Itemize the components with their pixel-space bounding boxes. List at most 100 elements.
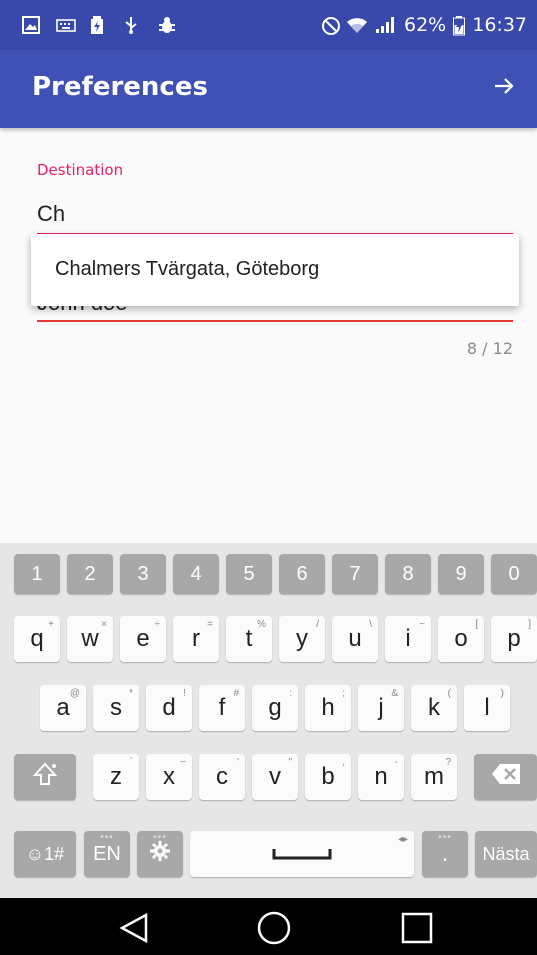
key-hint: / — [316, 619, 319, 630]
backspace-key[interactable] — [474, 754, 537, 800]
character-counter: 8 / 12 — [466, 339, 513, 358]
home-button[interactable] — [256, 910, 292, 950]
key-r[interactable]: = r — [173, 616, 219, 662]
back-triangle-icon — [119, 912, 148, 944]
key-b[interactable]: ,b — [305, 754, 351, 800]
gallery-notification-icon — [22, 16, 40, 34]
key-e[interactable]: ÷ e — [120, 616, 166, 662]
symbols-key[interactable]: ☺1# — [14, 831, 76, 877]
key-hint: ( — [447, 688, 451, 699]
key-i[interactable]: ~ i — [385, 616, 431, 662]
key-w[interactable]: × w — [67, 616, 113, 662]
key-l[interactable]: ) l — [464, 685, 510, 731]
more-dots-icon: ••• — [100, 832, 114, 843]
key-hint: ! — [183, 688, 186, 699]
key-label: u — [348, 625, 362, 652]
key-label: h — [321, 694, 335, 721]
period-key[interactable]: •••. — [422, 831, 468, 877]
key-label: g — [268, 694, 282, 721]
key-label: y — [296, 625, 308, 652]
key-y[interactable]: / y — [279, 616, 325, 662]
arrow-right-icon — [493, 74, 515, 104]
battery-charging-notification-icon — [90, 16, 108, 34]
key-u[interactable]: \ u — [332, 616, 378, 662]
key-s[interactable]: * s — [93, 685, 139, 731]
shift-key[interactable] — [14, 754, 76, 800]
battery-percent: 62% — [404, 14, 447, 36]
key-label: b — [321, 763, 335, 790]
status-bar: 62% 16:37 — [0, 0, 537, 50]
key-o[interactable]: [o — [438, 616, 484, 662]
autocomplete-item[interactable]: Chalmers Tvärgata, Göteborg — [55, 258, 319, 281]
keyboard-notification-icon — [56, 16, 76, 34]
key-1[interactable]: 1 — [14, 554, 60, 594]
key-3[interactable]: 3 — [120, 554, 166, 594]
key-hint: @ — [69, 688, 80, 699]
space-icon — [272, 840, 332, 868]
key-label: j — [378, 694, 384, 721]
key-label: r — [192, 625, 200, 652]
key-label: n — [374, 763, 388, 790]
key-7[interactable]: 7 — [332, 554, 378, 594]
navigation-bar — [0, 898, 537, 955]
key-hint: ÷ — [154, 619, 161, 630]
key-m[interactable]: ? m — [411, 754, 457, 800]
recents-button[interactable] — [400, 911, 434, 949]
language-key[interactable]: ••• EN — [84, 831, 130, 877]
key-hint: ? — [445, 757, 451, 768]
key-2[interactable]: 2 — [67, 554, 113, 594]
key-z[interactable]: ` z — [93, 754, 139, 800]
key-label: k — [428, 694, 440, 721]
page-title: Preferences — [32, 72, 208, 102]
key-label: e — [136, 625, 150, 652]
key-hint: \ — [369, 619, 372, 630]
key-6[interactable]: 6 — [279, 554, 325, 594]
key-label: i — [405, 625, 411, 652]
key-label: c — [216, 763, 228, 790]
home-circle-icon — [257, 911, 291, 945]
key-k[interactable]: (k — [411, 685, 457, 731]
destination-input[interactable] — [37, 195, 513, 235]
wifi-icon — [346, 16, 368, 34]
key-g[interactable]: :g — [252, 685, 298, 731]
gear-icon — [149, 840, 171, 869]
key-hint: ; — [342, 688, 345, 699]
key-h[interactable]: ; h — [305, 685, 351, 731]
key-hint: ~ — [419, 619, 425, 630]
next-button[interactable] — [493, 74, 515, 104]
signal-icon — [375, 16, 397, 34]
debug-bug-icon — [158, 16, 176, 34]
key-j[interactable]: & j — [358, 685, 404, 731]
key-p[interactable]: ] p — [491, 616, 537, 662]
back-button[interactable] — [118, 912, 150, 948]
period-label: . — [441, 840, 449, 867]
key-x[interactable]: − x — [146, 754, 192, 800]
key-q[interactable]: + q — [14, 616, 60, 662]
key-label: q — [30, 625, 44, 652]
key-4[interactable]: 4 — [173, 554, 219, 594]
key-hint: ) — [500, 688, 504, 699]
app-bar: Preferences — [0, 50, 537, 128]
settings-key[interactable]: ••• — [137, 831, 183, 877]
key-c[interactable]: ' c — [199, 754, 245, 800]
key-label: a — [56, 694, 70, 721]
key-v[interactable]: " v — [252, 754, 298, 800]
key-label: m — [424, 763, 444, 790]
key-t[interactable]: % t — [226, 616, 272, 662]
key-label: w — [81, 625, 99, 652]
key-hint: = — [207, 619, 213, 630]
space-key[interactable]: ◂▸ — [190, 831, 414, 877]
next-action-key[interactable]: Nästa — [475, 831, 537, 877]
key-label: o — [454, 625, 468, 652]
key-label: d — [162, 694, 176, 721]
key-f[interactable]: # f — [199, 685, 245, 731]
key-8[interactable]: 8 — [385, 554, 431, 594]
key-5[interactable]: 5 — [226, 554, 272, 594]
key-n[interactable]: -n — [358, 754, 404, 800]
key-d[interactable]: ! d — [146, 685, 192, 731]
key-9[interactable]: 9 — [438, 554, 484, 594]
key-0[interactable]: 0 — [491, 554, 537, 594]
more-dots-icon: ••• — [153, 832, 167, 843]
key-hint: ` — [129, 757, 133, 768]
key-a[interactable]: @ a — [40, 685, 86, 731]
